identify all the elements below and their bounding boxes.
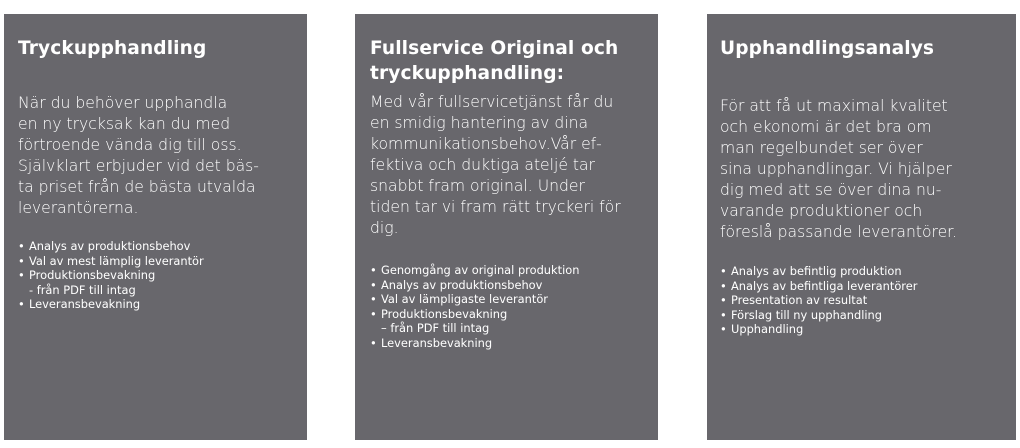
bullet-icon: • — [370, 335, 377, 350]
bullet-icon: • — [720, 293, 727, 307]
card-description: Med vår fullservicetjänst får du en smid… — [370, 93, 621, 237]
service-card-tryckupphandling: Tryckupphandling När du behöver upphandl… — [4, 14, 307, 440]
service-card-fullservice: Fullservice Original och tryckupphandlin… — [355, 14, 658, 440]
bullet-icon: • — [720, 322, 727, 336]
list-item-text: Produktionsbevakning — [381, 306, 508, 321]
list-item-text: Förslag till ny upphandling — [731, 307, 882, 322]
list-item-text: – från PDF till intag — [381, 321, 490, 335]
list-item: • Val av mest lämplig leverantör — [18, 254, 295, 269]
list-item: • Leveransbevakning — [370, 336, 646, 351]
bullet-icon: • — [18, 268, 25, 282]
service-card-upphandlingsanalys: Upphandlingsanalys För att få ut maximal… — [707, 14, 1016, 440]
bullet-icon: • — [720, 307, 727, 322]
bullet-icon: • — [370, 292, 377, 306]
list-item-text: Analys av produktionsbehov — [381, 277, 543, 292]
bullet-icon: • — [720, 264, 727, 278]
feature-list: • Analys av produktionsbehov • Val av mest… — [18, 239, 295, 312]
list-item: • Analys av befintlig produktion — [720, 264, 1004, 279]
list-item: • Genomgång av original produktion — [370, 263, 646, 278]
list-item-text: - från PDF till intag — [29, 282, 136, 297]
list-item-text: Leveransbevakning — [381, 335, 493, 350]
list-item-text: Leveransbevakning — [29, 297, 141, 311]
list-item: • Val av lämpligaste leverantör — [370, 292, 646, 307]
list-item: • Analys av produktionsbehov — [18, 239, 295, 254]
list-item: • Upphandling — [720, 322, 1004, 337]
list-item-text: Upphandling — [731, 322, 804, 336]
bullet-icon: • — [720, 278, 727, 293]
card-title: Fullservice Original och tryckupphandlin… — [370, 38, 619, 84]
list-item-text: Analys av produktionsbehov — [29, 239, 191, 253]
list-item-text: Genomgång av original produktion — [381, 263, 580, 277]
card-title: Tryckupphandling — [18, 38, 207, 59]
card-description: När du behöver upphandla en ny trycksak … — [18, 94, 259, 217]
list-item: • Produktionsbevakning — [370, 307, 646, 322]
feature-list: • Analys av befintlig produktion • Analys … — [720, 264, 1004, 337]
list-item-text: Analys av befintlig produktion — [731, 264, 902, 278]
card-description: För att få ut maximal kvalitet och ekono… — [720, 97, 958, 241]
list-item: • Förslag till ny upphandling — [720, 308, 1004, 323]
bullet-icon: • — [18, 297, 25, 311]
list-item: • Leveransbevakning — [18, 297, 295, 312]
list-item-continuation: - från PDF till intag — [18, 283, 295, 298]
bullet-icon: • — [370, 263, 377, 277]
list-item: • Presentation av resultat — [720, 293, 1004, 308]
list-item: • Analys av befintliga leverantörer — [720, 279, 1004, 294]
bullet-icon: • — [18, 239, 25, 253]
card-title: Upphandlingsanalys — [720, 38, 935, 59]
list-item-text: Analys av befintliga leverantörer — [731, 278, 918, 293]
bullet-icon: • — [370, 277, 377, 292]
list-item: • Analys av produktionsbehov — [370, 278, 646, 293]
bullet-icon: • — [18, 253, 25, 268]
bullet-icon: • — [370, 306, 377, 321]
list-item-text: Produktionsbevakning — [29, 268, 156, 282]
list-item-text: Val av lämpligaste leverantör — [381, 292, 548, 306]
list-item-continuation: – från PDF till intag — [370, 321, 646, 336]
feature-list: • Genomgång av original produktion • Analy… — [370, 263, 646, 350]
list-item-text: Presentation av resultat — [731, 293, 868, 307]
list-item-text: Val av mest lämplig leverantör — [29, 253, 204, 268]
list-item: • Produktionsbevakning — [18, 268, 295, 283]
